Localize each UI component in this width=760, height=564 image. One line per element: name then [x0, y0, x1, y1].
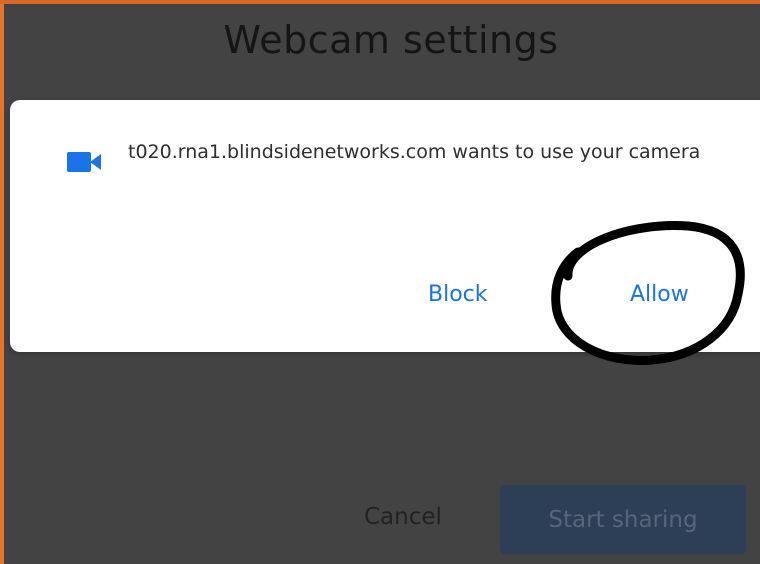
- start-sharing-button[interactable]: Start sharing: [500, 485, 746, 554]
- top-accent-strip: [0, 0, 760, 4]
- webcam-settings-screen: Webcam settings t020.rna1.blindsidenetwo…: [0, 0, 760, 564]
- permission-message: t020.rna1.blindsidenetworks.com wants to…: [128, 141, 701, 163]
- block-button[interactable]: Block: [420, 278, 496, 311]
- left-accent-strip: [0, 0, 4, 564]
- video-camera-icon: [67, 152, 101, 172]
- cancel-button[interactable]: Cancel: [352, 500, 454, 534]
- page-title: Webcam settings: [223, 18, 559, 62]
- allow-button[interactable]: Allow: [622, 278, 697, 311]
- camera-permission-dialog: t020.rna1.blindsidenetworks.com wants to…: [10, 100, 760, 352]
